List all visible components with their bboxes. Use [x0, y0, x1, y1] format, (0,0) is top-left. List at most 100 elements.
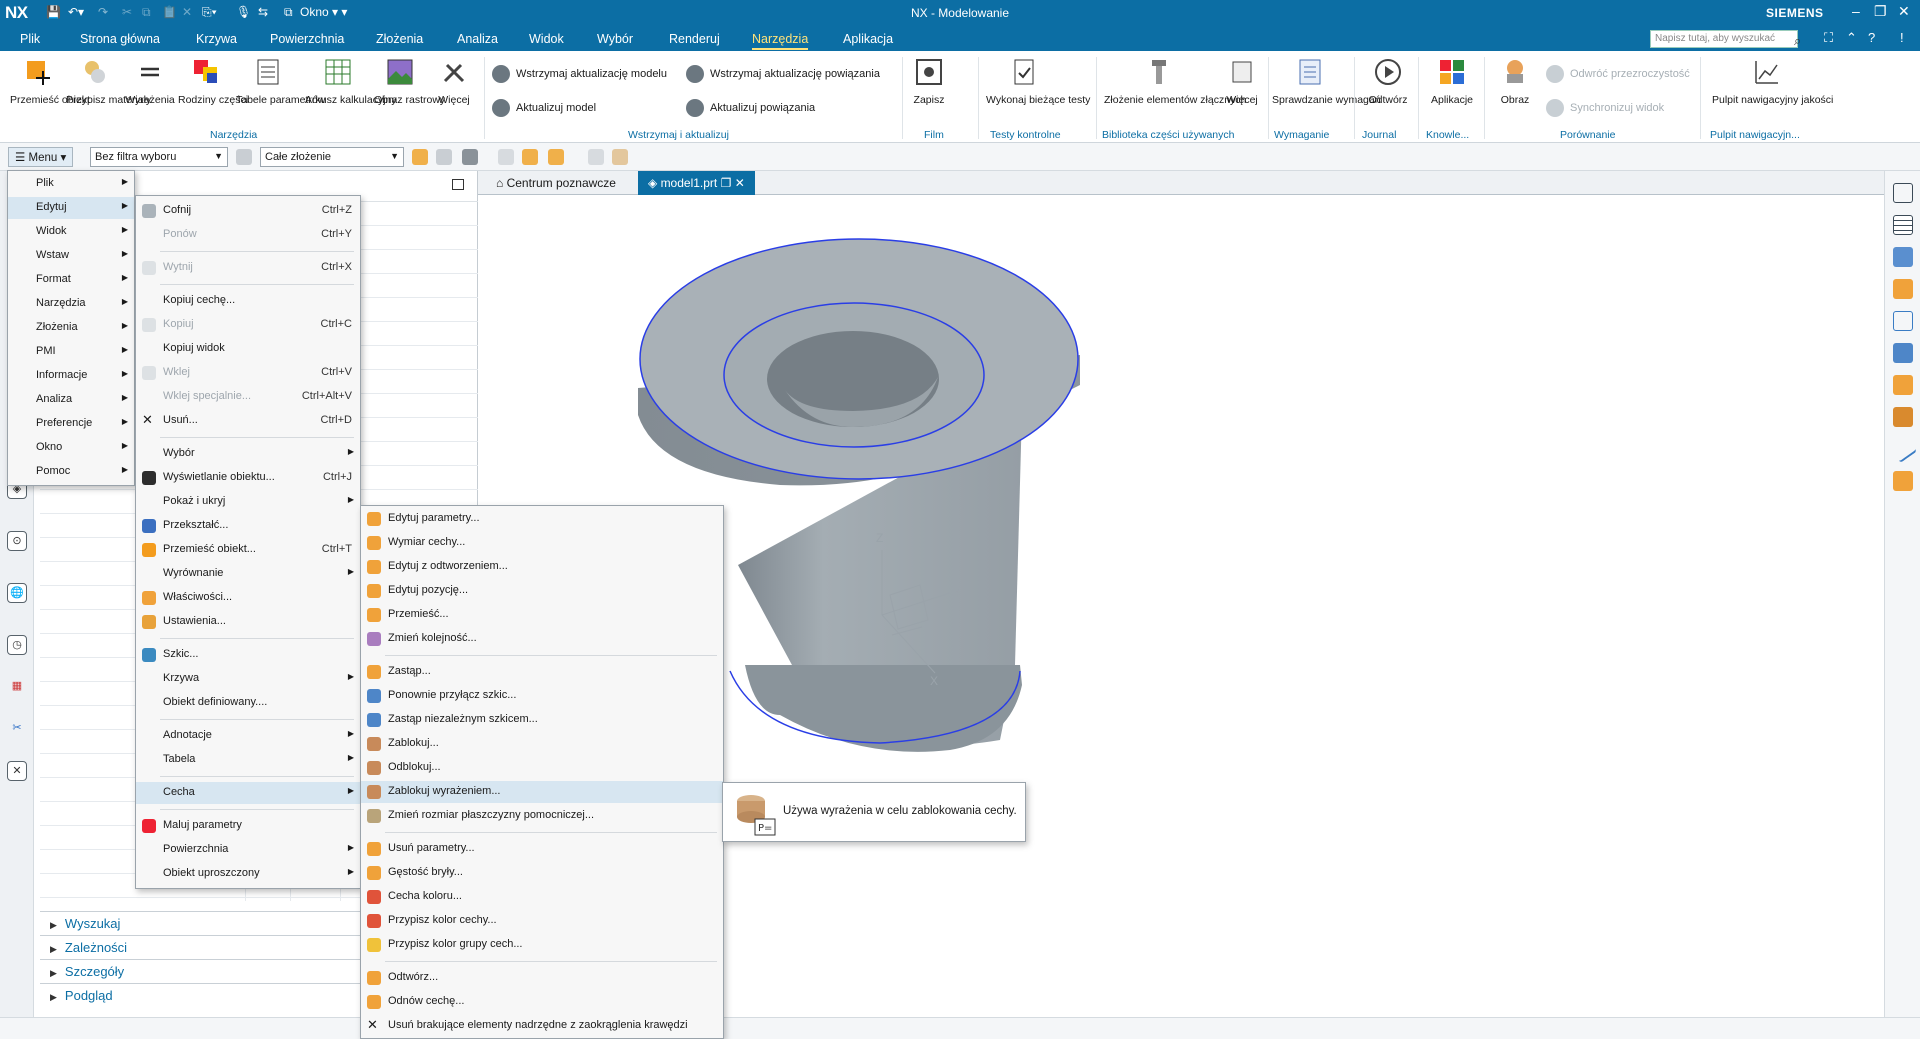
roles-icon[interactable]: ✕ — [7, 761, 27, 781]
hold-model-update-button[interactable]: Wstrzymaj aktualizację modelu — [492, 65, 667, 83]
help-icon[interactable]: ? — [1868, 30, 1875, 45]
parameter-tables-button[interactable]: Tabele parametrów — [236, 57, 325, 106]
menu-sketch[interactable]: Szkic... — [136, 644, 360, 666]
web-browser-icon[interactable]: 🌐 — [7, 583, 27, 603]
menu-item-edytuj[interactable]: Edytuj ▶ — [8, 197, 134, 219]
menu-move-object[interactable]: Przemieść obiekt... Ctrl+T — [136, 539, 360, 561]
feature-restore[interactable]: Odnów cechę... — [361, 991, 723, 1013]
menu-item-okno[interactable]: Okno ▶ — [8, 437, 134, 459]
menu-transform[interactable]: Przekształć... — [136, 515, 360, 537]
menu-copy-view[interactable]: Kopiuj widok — [136, 338, 360, 360]
menu-paint-params[interactable]: Maluj parametry — [136, 815, 360, 837]
update-links-button[interactable]: Aktualizuj powiązania — [686, 99, 815, 117]
body-icon[interactable] — [522, 149, 538, 165]
quality-dashboard-button[interactable]: Pulpit nawigacyjny jakości — [1712, 57, 1833, 106]
feature-replace-independent-sketch[interactable]: Zastąp niezależnym szkicem... — [361, 709, 723, 731]
sync-view-button[interactable]: Synchronizuj widok — [1546, 99, 1664, 117]
part-navigator-icon[interactable] — [1893, 247, 1913, 267]
menu-item-narzedzia[interactable]: Narzędzia ▶ — [8, 293, 134, 315]
feature-reorder[interactable]: Zmień kolejność... — [361, 628, 723, 650]
reverse-transparency-button[interactable]: Odwróć przezroczystość — [1546, 65, 1690, 83]
move-object-button[interactable]: Przemieść obiekt — [10, 57, 90, 106]
menu-paste-special[interactable]: Wklej specjalnie... Ctrl+Alt+V — [136, 386, 360, 408]
search-input[interactable]: Napisz tutaj, aby wyszukać — [1650, 30, 1798, 48]
menu-undo[interactable]: Cofnij Ctrl+Z — [136, 200, 360, 222]
component-icon[interactable] — [612, 149, 628, 165]
feature-resize-datum-plane[interactable]: Zmień rozmiar płaszczyzny pomocniczej... — [361, 805, 723, 827]
tab-plik[interactable]: Plik — [20, 32, 40, 46]
feature-solid-density[interactable]: Gęstość bryły... — [361, 862, 723, 884]
tab-wybor[interactable]: Wybór — [597, 32, 633, 46]
tab-narzedzia[interactable]: Narzędzia — [752, 32, 809, 50]
menu-selection[interactable]: Wybór ▶ — [136, 443, 360, 465]
tab-aplikacja[interactable]: Aplikacja — [843, 32, 893, 46]
collapse-ribbon-icon[interactable]: ⌃ — [1846, 30, 1857, 46]
selection-scope-combo[interactable]: Całe złożenie ▼ — [260, 147, 404, 167]
part-families-button[interactable]: Rodziny części — [178, 57, 248, 106]
menu-item-widok[interactable]: Widok ▶ — [8, 221, 134, 243]
feature-icon[interactable] — [548, 149, 564, 165]
fullscreen-icon[interactable]: ⛶ — [1824, 30, 1833, 46]
menu-cut[interactable]: Wytnij Ctrl+X — [136, 257, 360, 279]
reuse-library-icon[interactable] — [1893, 279, 1913, 299]
menu-item-format[interactable]: Format ▶ — [8, 269, 134, 291]
feature-assign-color[interactable]: Przypisz kolor cechy... — [361, 910, 723, 932]
movie-save-button[interactable]: Zapisz — [910, 57, 948, 106]
menu-delete[interactable]: ✕ Usuń... Ctrl+D — [136, 410, 360, 432]
menu-redo[interactable]: Ponów Ctrl+Y — [136, 224, 360, 246]
face-icon[interactable] — [588, 149, 604, 165]
menu-annotation[interactable]: Adnotacje ▶ — [136, 725, 360, 747]
feature-dimensions[interactable]: Wymiar cechy... — [361, 532, 723, 554]
menu-show-hide[interactable]: Pokaż i ukryj ▶ — [136, 491, 360, 513]
compare-image-button[interactable]: Obraz — [1494, 57, 1536, 106]
cube-icon[interactable] — [1893, 407, 1913, 427]
point-snap-icon[interactable] — [498, 149, 514, 165]
menu-object-display[interactable]: Wyświetlanie obiektu... Ctrl+J — [136, 467, 360, 489]
feature-color-feature[interactable]: Cecha koloru... — [361, 886, 723, 908]
process-studio-icon[interactable]: ✂ — [7, 719, 27, 739]
menu-properties[interactable]: Właściwości... — [136, 587, 360, 609]
menu-paste[interactable]: Wklej Ctrl+V — [136, 362, 360, 384]
menu-item-wstaw[interactable]: Wstaw ▶ — [8, 245, 134, 267]
maximize-panel-icon[interactable] — [452, 179, 464, 190]
table-icon[interactable] — [1893, 215, 1913, 235]
layers-icon[interactable] — [1893, 343, 1913, 363]
raster-image-button[interactable]: Obraz rastrowy — [374, 57, 445, 106]
search-icon[interactable]: ⌕ — [1794, 33, 1801, 49]
palette-icon[interactable]: ▦ — [7, 677, 27, 697]
play-journal-button[interactable]: Odtwórz — [1362, 57, 1414, 106]
menu-button[interactable]: ☰ Menu ▾ — [8, 147, 74, 167]
expressions-button[interactable]: Wyrażenia — [122, 57, 178, 106]
filter-icon[interactable] — [236, 149, 252, 165]
hold-link-update-button[interactable]: Wstrzymaj aktualizację powiązania — [686, 65, 880, 83]
spreadsheet-button[interactable]: Arkusz kalkulacyjny — [305, 57, 397, 106]
menu-feature[interactable]: Cecha ▶ — [136, 782, 360, 804]
feature-remove-parameters[interactable]: Usuń parametry... — [361, 838, 723, 860]
assembly-navigator-icon[interactable] — [1893, 183, 1913, 203]
info-icon[interactable]: ! — [1900, 30, 1904, 45]
tab-zlozenia[interactable]: Złożenia — [376, 32, 423, 46]
feature-unsuppress[interactable]: Odblokuj... — [361, 757, 723, 779]
feature-move[interactable]: Przemieść... — [361, 604, 723, 626]
menu-item-plik[interactable]: Plik ▶ — [8, 173, 134, 195]
tab-analiza[interactable]: Analiza — [457, 32, 498, 46]
menu-curve[interactable]: Krzywa ▶ — [136, 668, 360, 690]
menu-align[interactable]: Wyrównanie ▶ — [136, 563, 360, 585]
block-icon[interactable] — [1893, 375, 1913, 395]
feature-replace[interactable]: Zastąp... — [361, 661, 723, 683]
menu-item-preferencje[interactable]: Preferencje ▶ — [8, 413, 134, 435]
menu-settings[interactable]: Ustawienia... — [136, 611, 360, 633]
feature-suppress-by-expression[interactable]: Zablokuj wyrażeniem... — [361, 781, 723, 803]
feature-reattach-sketch[interactable]: Ponownie przyłącz szkic... — [361, 685, 723, 707]
history-clock-icon[interactable]: ◷ — [7, 635, 27, 655]
select-options-icon[interactable] — [462, 149, 478, 165]
menu-item-pmi[interactable]: PMI ▶ — [8, 341, 134, 363]
menu-copy-feature[interactable]: Kopiuj cechę... — [136, 290, 360, 312]
menu-table[interactable]: Tabela ▶ — [136, 749, 360, 771]
tab-powierzchnia[interactable]: Powierzchnia — [270, 32, 344, 46]
tab-renderuj[interactable]: Renderuj — [669, 32, 720, 46]
feature-suppress[interactable]: Zablokuj... — [361, 733, 723, 755]
tab-krzywa[interactable]: Krzywa — [196, 32, 237, 46]
select-icon[interactable] — [436, 149, 452, 165]
fastener-assembly-button[interactable]: Złożenie elementów złącznych — [1104, 57, 1246, 106]
